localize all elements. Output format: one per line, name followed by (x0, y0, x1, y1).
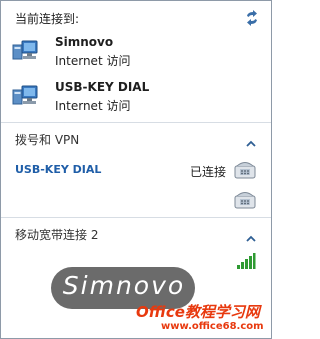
vpn-item-usb-key-dial[interactable]: USB-KEY DIAL 已连接 (7, 158, 267, 182)
site-watermark-name: Office教程学习网 (136, 303, 260, 321)
section-label: 移动宽带连接 2 (15, 228, 99, 242)
divider (1, 217, 271, 218)
connection-status: Internet 访问 (55, 54, 131, 68)
refresh-icon[interactable] (244, 10, 260, 26)
network-flyout-panel: 当前连接到: Simnovo Internet 访问 USB-KEY DIAL … (0, 0, 272, 339)
connection-status: Internet 访问 (55, 99, 131, 113)
modem-phone-icon[interactable] (234, 190, 256, 210)
network-computer-icon (11, 37, 39, 65)
connection-item-usb-key-dial[interactable]: USB-KEY DIAL Internet 访问 (7, 77, 262, 117)
connection-name: USB-KEY DIAL (55, 80, 150, 94)
signal-strength-icon (236, 252, 256, 270)
vpn-item-name: USB-KEY DIAL (15, 163, 102, 176)
header-title: 当前连接到: (15, 12, 80, 26)
connection-name: Simnovo (55, 35, 114, 49)
section-dialup-vpn[interactable]: 拨号和 VPN (1, 125, 271, 149)
modem-phone-icon (234, 160, 256, 180)
collapse-caret-icon (246, 228, 256, 242)
divider (1, 122, 271, 123)
network-computer-icon (11, 82, 39, 110)
section-label: 拨号和 VPN (15, 133, 80, 147)
watermark-text: Simnovo (62, 271, 186, 300)
collapse-caret-icon (246, 133, 256, 147)
flyout-header: 当前连接到: (1, 1, 271, 26)
section-mobile-broadband[interactable]: 移动宽带连接 2 (1, 220, 271, 244)
connection-item-simnovo[interactable]: Simnovo Internet 访问 (7, 32, 262, 72)
vpn-item-status: 已连接 (190, 165, 227, 179)
site-watermark-url: www.office68.com (161, 321, 264, 332)
